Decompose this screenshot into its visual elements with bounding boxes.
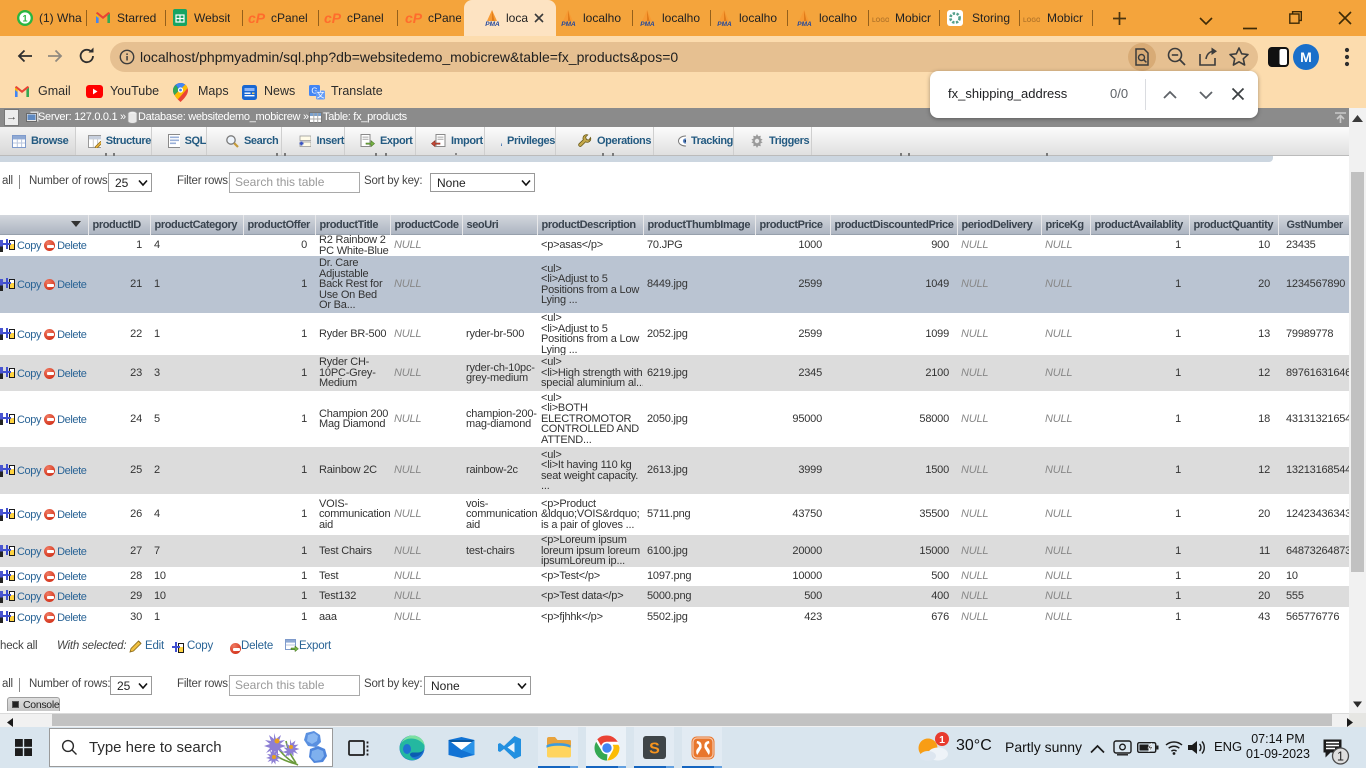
- svg-text:文: 文: [317, 90, 325, 100]
- svg-text:PMA: PMA: [717, 21, 732, 27]
- svg-text:1: 1: [1337, 750, 1344, 764]
- svg-text:PMA: PMA: [485, 21, 500, 27]
- svg-text:PMA: PMA: [561, 21, 576, 27]
- svg-text:cP: cP: [405, 10, 423, 26]
- svg-text:PMA: PMA: [640, 21, 655, 27]
- svg-text:LOGO: LOGO: [872, 18, 889, 24]
- svg-text:PMA: PMA: [797, 21, 812, 27]
- svg-text:cP: cP: [248, 10, 266, 26]
- svg-text:cP: cP: [324, 10, 342, 26]
- svg-text:S: S: [649, 741, 660, 758]
- svg-text:1: 1: [939, 734, 945, 746]
- svg-text:1: 1: [22, 14, 27, 24]
- svg-text:LOGO: LOGO: [1023, 18, 1040, 24]
